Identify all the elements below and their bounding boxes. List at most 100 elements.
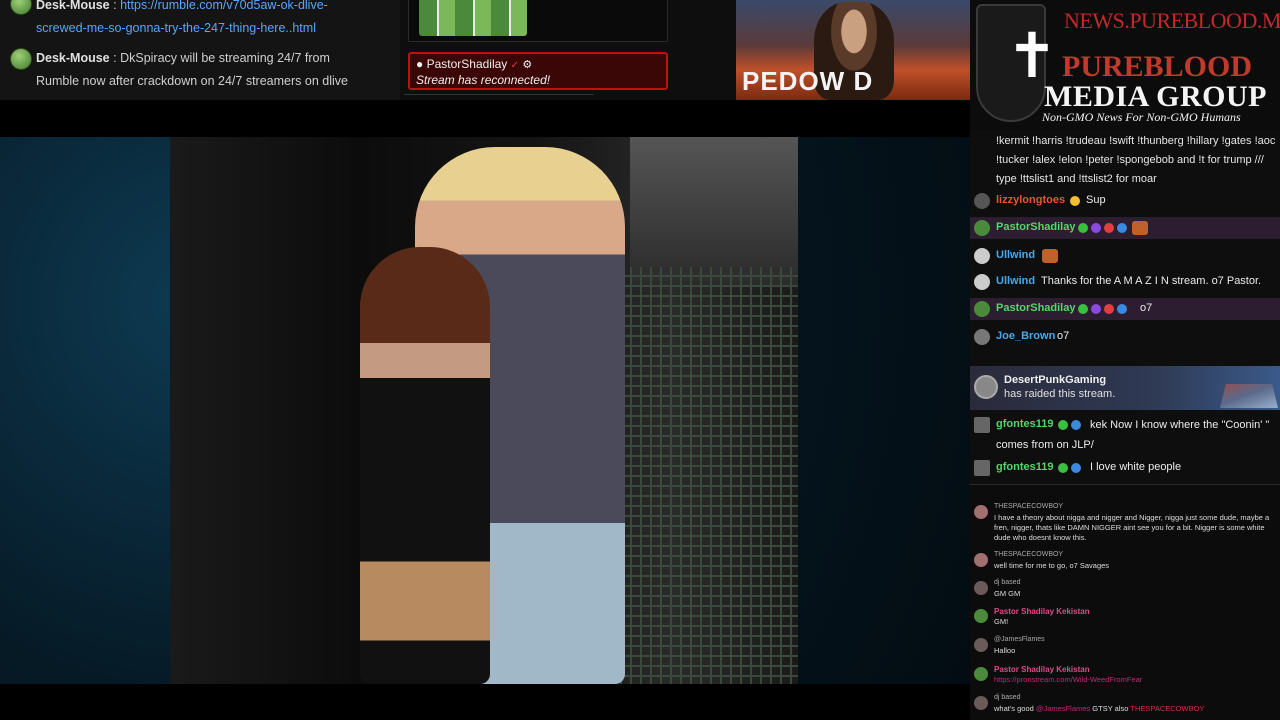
pirate-ship-icon	[1220, 384, 1278, 408]
user-avatar	[974, 220, 990, 236]
video-person-woman	[360, 247, 490, 684]
chat-row: Desk-Mouse : https://rumble.com/v70d5aw-…	[0, 0, 400, 40]
alert-message: Stream has reconnected!	[416, 73, 551, 87]
badge-icon	[1091, 223, 1101, 233]
user-avatar	[10, 0, 32, 15]
side-chat: !kermit !harris !trudeau !swift !thunber…	[970, 130, 1280, 484]
chat-separator: :	[113, 0, 117, 12]
chat-username[interactable]: Pastor Shadilay Kekistan	[994, 607, 1090, 616]
chat-row: Ullwind	[970, 245, 1280, 267]
badge-icon	[1078, 223, 1088, 233]
badge-icon	[1091, 304, 1101, 314]
chat-username[interactable]: lizzylongtoes	[996, 194, 1065, 206]
video-player[interactable]	[0, 100, 970, 720]
chat-username[interactable]: gfontes119	[996, 461, 1053, 473]
chat-message: o7	[1057, 330, 1070, 342]
emote-strip-image	[419, 0, 527, 36]
chat-username[interactable]: THESPACECOWBOY	[994, 551, 1063, 558]
chat-separator: :	[113, 51, 117, 65]
user-avatar	[974, 329, 990, 345]
user-avatar	[974, 505, 988, 519]
badge-icon	[1104, 223, 1114, 233]
chat-username[interactable]: THESPACECOWBOY	[994, 503, 1063, 510]
chat-username[interactable]: Desk-Mouse	[36, 51, 110, 65]
chat-row: Desk-Mouse : DkSpiracy will be streaming…	[0, 47, 400, 93]
brand-tagline: Non-GMO News For Non-GMO Humans	[1042, 110, 1241, 124]
user-avatar	[10, 48, 32, 70]
chat-message: kek Now I know where the "Coonin' " come…	[996, 419, 1270, 451]
chat-row-highlighted: PastorShadilay o7	[970, 298, 1280, 320]
emote-icon	[1132, 221, 1148, 235]
raider-avatar	[974, 375, 998, 399]
chat-message: o7	[1140, 302, 1153, 314]
lower-chat: THESPACECOWBOY I have a theory about nig…	[970, 484, 1280, 720]
chat-message-cont: Rumble now after crackdown on 24/7 strea…	[36, 74, 348, 88]
user-avatar	[974, 696, 988, 710]
chat-username[interactable]: Joe_Brown	[996, 330, 1055, 342]
reconnect-alert: ● PastorShadilay ✓ ⚙ Stream has reconnec…	[408, 52, 668, 90]
mention-link[interactable]: @JamesFlames	[1036, 704, 1090, 713]
chat-username[interactable]: PastorShadilay	[996, 302, 1075, 314]
cross-icon: ✝	[1006, 23, 1058, 91]
chat-username[interactable]: dj based	[994, 579, 1020, 586]
chat-username[interactable]: PastorShadilay	[996, 221, 1075, 233]
chat-message: GM GM	[994, 589, 1021, 598]
chat-message: I love white people	[1090, 461, 1182, 473]
top-chat-overlay: Desk-Mouse : https://rumble.com/v70d5aw-…	[0, 0, 400, 100]
brand-url: NEWS.PUREBLOOD.MEDIA	[1064, 8, 1280, 33]
raider-name[interactable]: DesertPunkGaming	[1004, 374, 1106, 386]
alert-header: ● PastorShadilay ✓ ⚙	[416, 57, 660, 71]
badge-icon	[1104, 304, 1114, 314]
chat-info-text: !kermit !harris !trudeau !swift !thunber…	[996, 135, 1276, 185]
alert-username: PastorShadilay	[426, 57, 508, 71]
message-text: GTSY also	[1092, 704, 1129, 713]
video-frame	[170, 137, 798, 684]
chat-message: DkSpiracy will be streaming 24/7 from	[120, 51, 330, 65]
chat-username[interactable]: Desk-Mouse	[36, 0, 110, 12]
chat-message: I have a theory about nigga and nigger a…	[994, 513, 1270, 542]
chat-username[interactable]: Pastor Shadilay Kekistan	[994, 665, 1090, 674]
chat-message: what's good @JamesFlames GTSY also THESP…	[994, 704, 1274, 714]
chat-message: Thanks for the A M A Z I N stream. o7 Pa…	[1041, 275, 1262, 287]
chat-row-highlighted: PastorShadilay	[970, 217, 1280, 239]
user-avatar	[974, 609, 988, 623]
badge-icon	[1070, 196, 1080, 206]
chat-row: Joe_Brown o7	[970, 326, 1280, 348]
brand-name-line2: MEDIA GROUP	[1044, 80, 1267, 113]
user-avatar	[974, 638, 988, 652]
chat-username[interactable]: dj based	[994, 694, 1020, 701]
chat-row: gfontes119 I love white people	[970, 457, 1280, 479]
verified-icon: ✓	[510, 60, 520, 71]
user-avatar	[974, 553, 988, 567]
brand-name-line1: PUREBLOOD	[1062, 50, 1253, 83]
user-avatar	[974, 274, 990, 290]
user-avatar	[974, 301, 990, 317]
emote-icon	[1042, 249, 1058, 263]
chat-row: lizzylongtoes Sup	[970, 190, 1280, 212]
user-avatar	[974, 417, 990, 433]
chat-username[interactable]: Ullwind	[996, 249, 1035, 261]
chat-link-cont[interactable]: screwed-me-so-gonna-try-the-247-thing-he…	[36, 21, 316, 35]
stream-alert-panel: ● PastorShadilay ✓ ⚙ Stream has reconnec…	[400, 0, 736, 100]
mention-link[interactable]: THESPACECOWBOY	[1130, 704, 1204, 713]
badge-icon	[1078, 304, 1088, 314]
promo-image: PEDOW D	[736, 0, 970, 100]
user-avatar	[974, 193, 990, 209]
chat-message: Sup	[1086, 194, 1106, 206]
user-avatar	[974, 248, 990, 264]
emote-box	[408, 0, 668, 42]
chat-link[interactable]: https://rumble.com/v70d5aw-ok-dlive-	[120, 0, 328, 12]
user-avatar	[974, 460, 990, 476]
chat-username[interactable]: Ullwind	[996, 275, 1035, 287]
chat-message: Halloo	[994, 646, 1016, 655]
user-avatar	[974, 667, 988, 681]
avatar-icon: ●	[416, 57, 424, 71]
gear-icon[interactable]: ⚙	[522, 59, 532, 71]
chat-row: Ullwind Thanks for the A M A Z I N strea…	[970, 271, 1280, 293]
chat-username[interactable]: @JamesFlames	[994, 636, 1045, 643]
chat-link[interactable]: https://pronstream.com/Wild-WeedFromFear	[994, 675, 1274, 685]
chat-message: well time for me to go, o7 Savages	[994, 561, 1110, 570]
raid-notification: DesertPunkGaming has raided this stream.	[970, 366, 1280, 410]
user-avatar	[974, 581, 988, 595]
chat-row: gfontes119 kek Now I know where the "Coo…	[970, 414, 1280, 454]
